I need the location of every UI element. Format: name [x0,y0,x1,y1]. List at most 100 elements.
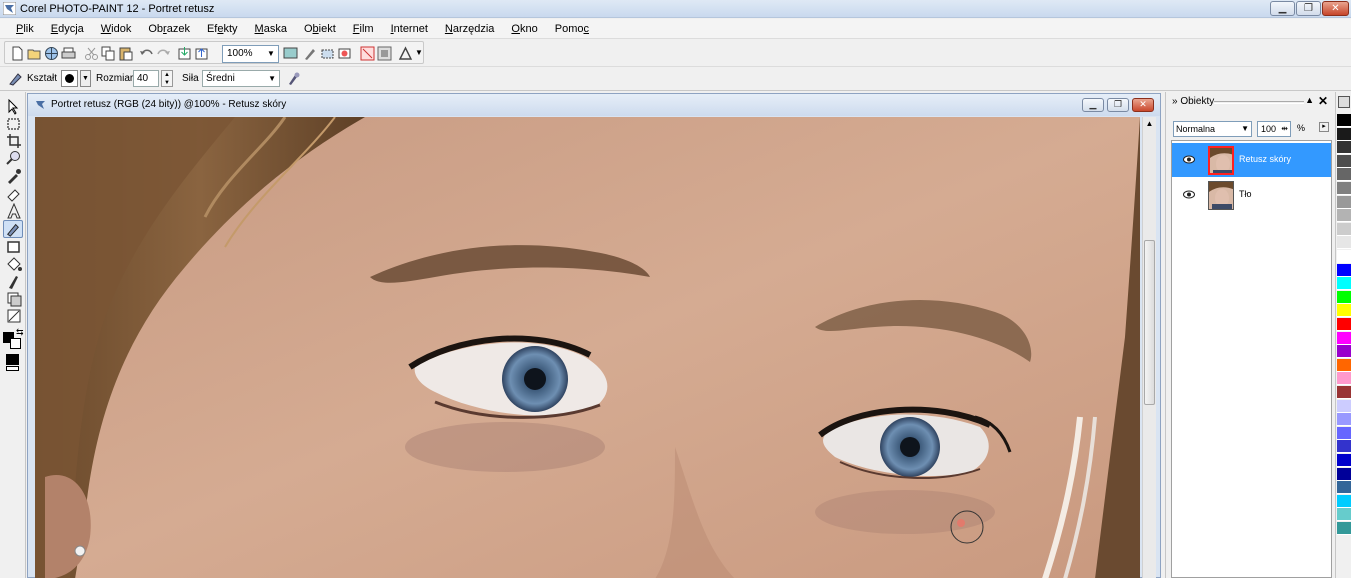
paint-tool-icon[interactable] [6,274,22,290]
rectangle-mask-tool-icon[interactable] [6,116,22,132]
doc-restore-button[interactable]: ❐ [1107,98,1129,112]
menu-item[interactable]: Narzędzia [445,23,495,35]
doc-minimize-button[interactable]: ▁ [1082,98,1104,112]
vertical-scrollbar[interactable]: ▲ [1142,117,1156,578]
opacity-spinner-icon[interactable]: ⇹ [1281,122,1288,136]
zoom-level-combo[interactable]: 100% ▼ [222,45,279,63]
palette-swatch[interactable] [1337,114,1351,127]
docker-options-button[interactable]: ▸ [1319,122,1329,132]
palette-swatch[interactable] [1337,141,1351,155]
launcher-chevron-icon[interactable]: ▼ [415,48,423,57]
crop-tool-icon[interactable] [6,133,22,149]
undo-icon[interactable] [139,46,154,61]
full-screen-preview-icon[interactable] [283,46,298,61]
palette-swatch[interactable] [1337,236,1351,250]
menu-item[interactable]: Film [353,23,374,35]
menu-item[interactable]: Widok [101,23,132,35]
paste-icon[interactable] [118,46,133,61]
menu-item[interactable]: Obiekt [304,23,336,35]
palette-swatch[interactable] [1337,494,1351,508]
brush-settings-icon[interactable] [286,71,301,86]
palette-swatch[interactable] [1337,195,1351,209]
size-input[interactable]: 40 [133,70,159,87]
scroll-thumb[interactable] [1144,240,1155,405]
opacity-input[interactable]: 100 ⇹ [1257,121,1291,137]
redo-icon[interactable] [156,46,171,61]
pick-tool-icon[interactable] [6,99,22,115]
application-launcher-icon[interactable] [398,46,413,61]
palette-swatch[interactable] [1337,358,1351,372]
blend-mode-select[interactable]: Normalna ▼ [1173,121,1252,137]
palette-swatch[interactable] [1337,290,1351,304]
touch-up-brush-tool-icon[interactable] [3,220,23,238]
new-file-icon[interactable] [10,46,25,61]
palette-swatch[interactable] [1337,154,1351,168]
mask-marquee-icon[interactable] [320,46,335,61]
palette-swatch[interactable] [1337,454,1351,467]
palette-swatch[interactable] [1337,386,1351,399]
palette-swatch[interactable] [1337,318,1351,331]
layer-row-retusz-skory[interactable]: Retusz skóry [1172,143,1331,177]
menu-item[interactable]: Okno [511,23,537,35]
palette-options-icon[interactable] [1338,96,1350,108]
palette-swatch[interactable] [1337,277,1351,291]
menu-item[interactable]: Plik [16,23,34,35]
color-swatch-control[interactable]: ⇆ [3,327,24,350]
show-object-marquee-icon[interactable] [360,46,375,61]
paper-color-swatch[interactable] [6,366,19,371]
eraser-tool-icon[interactable] [6,186,22,202]
eye-icon[interactable] [1183,155,1195,164]
palette-swatch[interactable] [1337,331,1351,345]
palette-swatch[interactable] [1337,413,1351,427]
menu-item[interactable]: Efekty [207,23,238,35]
palette-swatch[interactable] [1337,508,1351,522]
lens-icon[interactable] [377,46,392,61]
palette-swatch[interactable] [1337,522,1351,535]
import-icon[interactable] [177,46,192,61]
docker-grip[interactable] [1214,101,1304,104]
brush-mask-icon[interactable] [303,46,318,61]
brush-shape-dropdown[interactable]: ▼ [80,70,91,87]
palette-swatch[interactable] [1337,481,1351,495]
fill-tool-icon[interactable] [6,256,22,272]
palette-swatch[interactable] [1337,372,1351,386]
palette-swatch[interactable] [1337,345,1351,359]
minimize-button[interactable]: ▁ [1270,1,1295,16]
swap-colors-icon[interactable]: ⇆ [16,327,24,338]
palette-swatch[interactable] [1337,440,1351,454]
docker-close-icon[interactable]: ✕ [1318,94,1328,108]
image-sprayer-tool-icon[interactable] [6,308,22,324]
open-file-icon[interactable] [27,46,42,61]
brush-shape-selector[interactable] [61,70,78,87]
scan-icon[interactable] [61,46,76,61]
palette-swatch[interactable] [1337,127,1351,141]
export-icon[interactable] [194,46,209,61]
open-from-web-icon[interactable] [44,46,59,61]
palette-swatch[interactable] [1337,467,1351,481]
palette-swatch[interactable] [1337,426,1351,440]
background-color-swatch[interactable] [10,338,21,349]
restore-button[interactable]: ❐ [1296,1,1321,16]
copy-icon[interactable] [101,46,116,61]
close-button[interactable]: ✕ [1322,1,1349,16]
size-spinner[interactable]: ▲ ▼ [161,70,173,87]
paint-color-swatch[interactable] [6,354,19,365]
doc-close-button[interactable]: ✕ [1132,98,1154,112]
scroll-up-icon[interactable]: ▲ [1143,119,1156,128]
menu-item[interactable]: Maska [255,23,287,35]
palette-swatch[interactable] [1337,250,1351,263]
layer-row-tlo[interactable]: Tło [1172,178,1331,212]
rectangle-tool-icon[interactable] [6,239,22,255]
menu-item[interactable]: Obrazek [148,23,190,35]
menu-item[interactable]: Edycja [51,23,84,35]
palette-swatch[interactable] [1337,399,1351,413]
menu-item[interactable]: Internet [391,23,428,35]
palette-swatch[interactable] [1337,182,1351,195]
docker-collapse-icon[interactable]: ▲ [1305,95,1314,105]
palette-swatch[interactable] [1337,209,1351,223]
cut-icon[interactable] [84,46,99,61]
eye-icon[interactable] [1183,190,1195,199]
effect-tool-icon[interactable] [6,291,22,307]
menu-item[interactable]: Pomoc [555,23,589,35]
mask-overlay-icon[interactable] [337,46,352,61]
